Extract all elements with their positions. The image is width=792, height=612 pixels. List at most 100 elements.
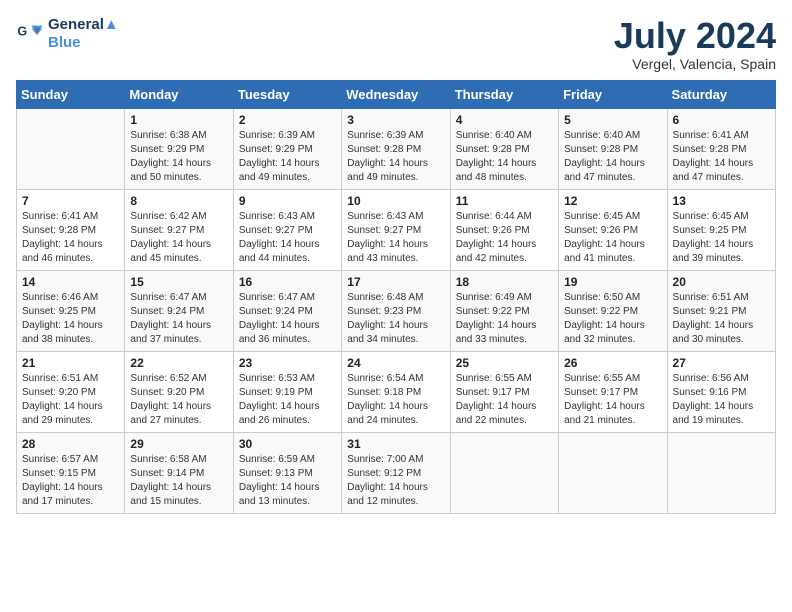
calendar-cell: 22 Sunrise: 6:52 AM Sunset: 9:20 PM Dayli… [125, 351, 233, 432]
calendar-week-row: 1 Sunrise: 6:38 AM Sunset: 9:29 PM Daylig… [17, 108, 776, 189]
logo: G General▲ Blue [16, 16, 119, 52]
day-number: 5 [564, 113, 661, 127]
calendar-cell: 11Sunrise: 6:44 AM Sunset: 9:26 PM Dayli… [450, 189, 558, 270]
day-content: Sunrise: 6:46 AM Sunset: 9:25 PM Dayligh… [22, 291, 119, 347]
calendar-week-row: 14 Sunrise: 6:46 AM Sunset: 9:25 PM Dayli… [17, 270, 776, 351]
day-content: Sunrise: 6:55 AM Sunset: 9:17 PM Dayligh… [564, 372, 661, 428]
calendar-cell: 27Sunrise: 6:56 AM Sunset: 9:16 PM Dayli… [667, 351, 775, 432]
calendar-cell: 7Sunrise: 6:41 AM Sunset: 9:28 PM Daylig… [17, 189, 125, 270]
logo-icon: G [16, 20, 44, 48]
day-content: Sunrise: 6:47 AM Sunset: 9:24 PM Dayligh… [130, 291, 227, 347]
calendar-cell: 19Sunrise: 6:50 AM Sunset: 9:22 PM Dayli… [559, 270, 667, 351]
day-number: 31 [347, 437, 444, 451]
day-content: Sunrise: 6:39 AM Sunset: 9:28 PM Dayligh… [347, 129, 444, 185]
day-content: Sunrise: 6:38 AM Sunset: 9:29 PM Dayligh… [130, 129, 227, 185]
day-content: Sunrise: 6:57 AM Sunset: 9:15 PM Dayligh… [22, 453, 119, 509]
day-number: 16 [239, 275, 336, 289]
day-number: 9 [239, 194, 336, 208]
day-content: Sunrise: 6:47 AM Sunset: 9:24 PM Dayligh… [239, 291, 336, 347]
day-content: Sunrise: 7:00 AM Sunset: 9:12 PM Dayligh… [347, 453, 444, 509]
calendar-cell: 20Sunrise: 6:51 AM Sunset: 9:21 PM Dayli… [667, 270, 775, 351]
calendar-cell: 2 Sunrise: 6:39 AM Sunset: 9:29 PM Daylig… [233, 108, 341, 189]
day-number: 14 [22, 275, 119, 289]
location-subtitle: Vergel, Valencia, Spain [614, 56, 776, 72]
calendar-cell [667, 432, 775, 513]
day-number: 25 [456, 356, 553, 370]
day-header-wednesday: Wednesday [342, 80, 450, 108]
calendar-header-row: SundayMondayTuesdayWednesdayThursdayFrid… [17, 80, 776, 108]
day-content: Sunrise: 6:54 AM Sunset: 9:18 PM Dayligh… [347, 372, 444, 428]
day-content: Sunrise: 6:39 AM Sunset: 9:29 PM Dayligh… [239, 129, 336, 185]
day-content: Sunrise: 6:50 AM Sunset: 9:22 PM Dayligh… [564, 291, 661, 347]
calendar-cell: 26 Sunrise: 6:55 AM Sunset: 9:17 PM Dayli… [559, 351, 667, 432]
day-content: Sunrise: 6:52 AM Sunset: 9:20 PM Dayligh… [130, 372, 227, 428]
calendar-cell: 21 Sunrise: 6:51 AM Sunset: 9:20 PM Dayli… [17, 351, 125, 432]
day-content: Sunrise: 6:41 AM Sunset: 9:28 PM Dayligh… [22, 210, 119, 266]
calendar-cell: 10Sunrise: 6:43 AM Sunset: 9:27 PM Dayli… [342, 189, 450, 270]
day-number: 18 [456, 275, 553, 289]
day-number: 28 [22, 437, 119, 451]
calendar-cell [559, 432, 667, 513]
day-number: 29 [130, 437, 227, 451]
day-number: 26 [564, 356, 661, 370]
page-header: G General▲ Blue July 2024 Vergel, Valenc… [16, 16, 776, 72]
calendar-body: 1 Sunrise: 6:38 AM Sunset: 9:29 PM Daylig… [17, 108, 776, 513]
day-header-saturday: Saturday [667, 80, 775, 108]
calendar-cell: 15Sunrise: 6:47 AM Sunset: 9:24 PM Dayli… [125, 270, 233, 351]
calendar-cell [450, 432, 558, 513]
calendar-cell: 6Sunrise: 6:41 AM Sunset: 9:28 PM Daylig… [667, 108, 775, 189]
day-content: Sunrise: 6:40 AM Sunset: 9:28 PM Dayligh… [564, 129, 661, 185]
day-number: 10 [347, 194, 444, 208]
day-content: Sunrise: 6:51 AM Sunset: 9:20 PM Dayligh… [22, 372, 119, 428]
calendar-cell: 1 Sunrise: 6:38 AM Sunset: 9:29 PM Daylig… [125, 108, 233, 189]
day-number: 17 [347, 275, 444, 289]
day-number: 24 [347, 356, 444, 370]
day-number: 1 [130, 113, 227, 127]
day-content: Sunrise: 6:43 AM Sunset: 9:27 PM Dayligh… [239, 210, 336, 266]
day-number: 21 [22, 356, 119, 370]
day-content: Sunrise: 6:41 AM Sunset: 9:28 PM Dayligh… [673, 129, 770, 185]
day-number: 8 [130, 194, 227, 208]
day-content: Sunrise: 6:40 AM Sunset: 9:28 PM Dayligh… [456, 129, 553, 185]
calendar-cell: 16 Sunrise: 6:47 AM Sunset: 9:24 PM Dayli… [233, 270, 341, 351]
day-content: Sunrise: 6:58 AM Sunset: 9:14 PM Dayligh… [130, 453, 227, 509]
day-content: Sunrise: 6:56 AM Sunset: 9:16 PM Dayligh… [673, 372, 770, 428]
calendar-cell: 14 Sunrise: 6:46 AM Sunset: 9:25 PM Dayli… [17, 270, 125, 351]
day-content: Sunrise: 6:51 AM Sunset: 9:21 PM Dayligh… [673, 291, 770, 347]
day-header-thursday: Thursday [450, 80, 558, 108]
day-content: Sunrise: 6:44 AM Sunset: 9:26 PM Dayligh… [456, 210, 553, 266]
calendar-cell: 12Sunrise: 6:45 AM Sunset: 9:26 PM Dayli… [559, 189, 667, 270]
calendar-week-row: 28 Sunrise: 6:57 AM Sunset: 9:15 PM Dayli… [17, 432, 776, 513]
day-content: Sunrise: 6:59 AM Sunset: 9:13 PM Dayligh… [239, 453, 336, 509]
calendar-cell: 23Sunrise: 6:53 AM Sunset: 9:19 PM Dayli… [233, 351, 341, 432]
calendar-cell: 25Sunrise: 6:55 AM Sunset: 9:17 PM Dayli… [450, 351, 558, 432]
day-number: 22 [130, 356, 227, 370]
day-header-sunday: Sunday [17, 80, 125, 108]
title-block: July 2024 Vergel, Valencia, Spain [614, 16, 776, 72]
logo-line2: Blue [48, 34, 119, 52]
calendar-cell: 30 Sunrise: 6:59 AM Sunset: 9:13 PM Dayli… [233, 432, 341, 513]
calendar-cell: 8 Sunrise: 6:42 AM Sunset: 9:27 PM Daylig… [125, 189, 233, 270]
day-number: 13 [673, 194, 770, 208]
day-content: Sunrise: 6:49 AM Sunset: 9:22 PM Dayligh… [456, 291, 553, 347]
day-number: 30 [239, 437, 336, 451]
day-content: Sunrise: 6:48 AM Sunset: 9:23 PM Dayligh… [347, 291, 444, 347]
svg-text:G: G [17, 24, 27, 38]
calendar-week-row: 7Sunrise: 6:41 AM Sunset: 9:28 PM Daylig… [17, 189, 776, 270]
day-number: 2 [239, 113, 336, 127]
day-number: 3 [347, 113, 444, 127]
month-year-title: July 2024 [614, 16, 776, 56]
calendar-table: SundayMondayTuesdayWednesdayThursdayFrid… [16, 80, 776, 514]
calendar-cell: 28 Sunrise: 6:57 AM Sunset: 9:15 PM Dayli… [17, 432, 125, 513]
calendar-cell: 9 Sunrise: 6:43 AM Sunset: 9:27 PM Daylig… [233, 189, 341, 270]
calendar-cell: 17 Sunrise: 6:48 AM Sunset: 9:23 PM Dayli… [342, 270, 450, 351]
calendar-cell: 4 Sunrise: 6:40 AM Sunset: 9:28 PM Daylig… [450, 108, 558, 189]
day-number: 4 [456, 113, 553, 127]
calendar-cell [17, 108, 125, 189]
day-content: Sunrise: 6:53 AM Sunset: 9:19 PM Dayligh… [239, 372, 336, 428]
day-content: Sunrise: 6:42 AM Sunset: 9:27 PM Dayligh… [130, 210, 227, 266]
calendar-cell: 18 Sunrise: 6:49 AM Sunset: 9:22 PM Dayli… [450, 270, 558, 351]
logo-line1: General▲ [48, 16, 119, 34]
day-number: 12 [564, 194, 661, 208]
day-content: Sunrise: 6:45 AM Sunset: 9:25 PM Dayligh… [673, 210, 770, 266]
